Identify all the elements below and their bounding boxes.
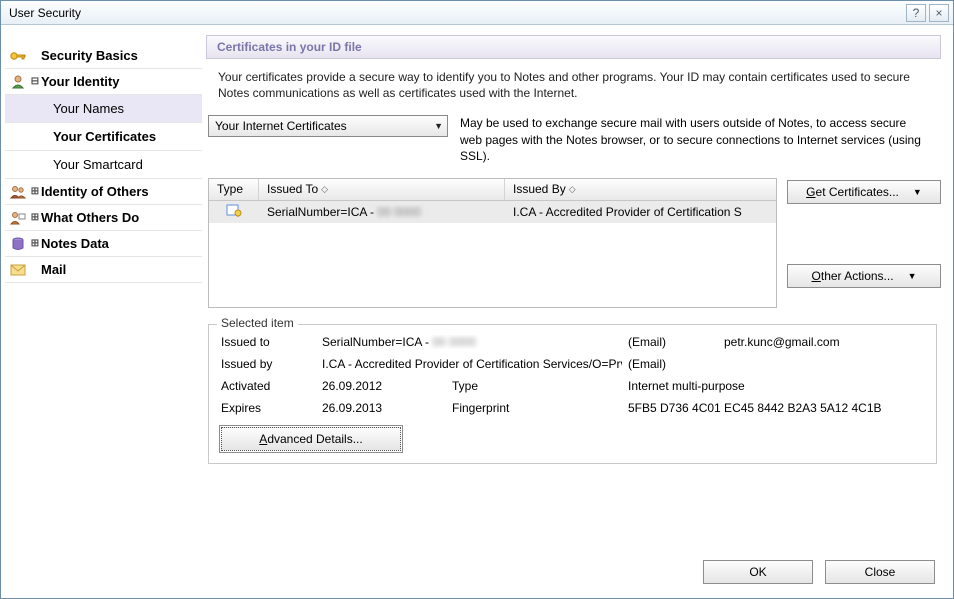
certificates-table: Type Issued To◇ Issued By◇ SerialNumber=… — [208, 178, 777, 308]
panel-title: Certificates in your ID file — [206, 35, 941, 59]
sidebar-item-your-smartcard[interactable]: Your Smartcard — [5, 150, 202, 178]
sidebar-item-identity-others[interactable]: ⊞ Identity of Others — [5, 178, 202, 204]
lbl-type: Type — [452, 379, 542, 393]
val-email: petr.kunc@gmail.com — [724, 335, 924, 349]
cell-issued-to: SerialNumber=ICA - 00 0000 — [259, 205, 505, 219]
sidebar-item-label: Notes Data — [41, 236, 109, 251]
sidebar-item-label: Your Identity — [41, 74, 119, 89]
selected-item-group: Selected item Issued to SerialNumber=ICA… — [208, 324, 937, 464]
sidebar-item-label: Security Basics — [41, 48, 138, 63]
dropdown-arrow-icon: ▼ — [913, 187, 922, 197]
table-row[interactable]: SerialNumber=ICA - 00 0000 I.CA - Accred… — [209, 201, 776, 223]
people-icon — [7, 185, 29, 199]
dropdown-selected: Your Internet Certificates — [215, 119, 434, 133]
sidebar-item-label: What Others Do — [41, 210, 139, 225]
cell-issued-by: I.CA - Accredited Provider of Certificat… — [505, 205, 776, 219]
people-action-icon — [7, 211, 29, 225]
lbl-activated: Activated — [221, 379, 316, 393]
sidebar-item-label: Mail — [41, 262, 66, 277]
sidebar: Security Basics ⊟ Your Identity Your Nam… — [1, 25, 206, 598]
val-issued-by: I.CA - Accredited Provider of Certificat… — [322, 357, 622, 371]
content-panel: Certificates in your ID file Your certif… — [206, 25, 953, 598]
val-issued-to: SerialNumber=ICA - 00 0000 — [322, 335, 622, 349]
get-certificates-button[interactable]: Get Certificates... ▼ — [787, 180, 941, 204]
cert-filter-dropdown[interactable]: Your Internet Certificates ▼ — [208, 115, 448, 137]
sidebar-item-mail[interactable]: Mail — [5, 256, 202, 283]
mail-icon — [7, 264, 29, 276]
sort-icon: ◇ — [569, 184, 576, 195]
lbl-email: (Email) — [628, 335, 718, 349]
sidebar-item-notes-data[interactable]: ⊞ Notes Data — [5, 230, 202, 256]
window-title: User Security — [5, 6, 903, 20]
col-issued-to[interactable]: Issued To◇ — [259, 179, 505, 200]
other-actions-button[interactable]: Other Actions... ▼ — [787, 264, 941, 288]
val-type: Internet multi-purpose — [628, 379, 924, 393]
val-fingerprint: 5FB5 D736 4C01 EC45 8442 B2A3 5A12 4C1B — [628, 401, 924, 415]
lbl-issued-by: Issued by — [221, 357, 316, 371]
lbl-expires: Expires — [221, 401, 316, 415]
ok-button[interactable]: OK — [703, 560, 813, 584]
dropdown-arrow-icon: ▼ — [908, 271, 917, 281]
lbl-issued-to: Issued to — [221, 335, 316, 349]
val-expires: 26.09.2013 — [322, 401, 452, 415]
expand-icon[interactable]: ⊞ — [29, 186, 41, 197]
col-type[interactable]: Type — [209, 179, 259, 200]
cert-type-icon — [209, 203, 259, 220]
close-button[interactable]: Close — [825, 560, 935, 584]
sidebar-item-what-others-do[interactable]: ⊞ What Others Do — [5, 204, 202, 230]
collapse-icon[interactable]: ⊟ — [29, 76, 41, 87]
sidebar-item-your-names[interactable]: Your Names — [5, 94, 202, 122]
advanced-details-button[interactable]: Advanced Details... — [221, 427, 401, 451]
expand-icon[interactable]: ⊞ — [29, 238, 41, 249]
sort-icon: ◇ — [321, 184, 328, 195]
lbl-email: (Email) — [628, 357, 718, 371]
sidebar-item-your-certificates[interactable]: Your Certificates — [5, 122, 202, 150]
key-icon — [7, 50, 29, 62]
sidebar-item-security-basics[interactable]: Security Basics — [5, 43, 202, 68]
database-icon — [7, 237, 29, 251]
titlebar: User Security ? × — [1, 1, 953, 25]
group-legend: Selected item — [217, 316, 298, 330]
sidebar-item-label: Identity of Others — [41, 184, 149, 199]
col-issued-to-label: Issued To — [267, 182, 318, 196]
col-issued-by[interactable]: Issued By◇ — [505, 179, 776, 200]
expand-icon[interactable]: ⊞ — [29, 212, 41, 223]
dropdown-arrow-icon: ▼ — [434, 121, 443, 131]
help-button[interactable]: ? — [906, 4, 926, 22]
dropdown-description: May be used to exchange secure mail with… — [460, 115, 929, 164]
person-icon — [7, 75, 29, 89]
val-activated: 26.09.2012 — [322, 379, 452, 393]
col-issued-by-label: Issued By — [513, 182, 566, 196]
panel-description: Your certificates provide a secure way t… — [206, 59, 941, 115]
close-window-button[interactable]: × — [929, 4, 949, 22]
sidebar-item-your-identity[interactable]: ⊟ Your Identity — [5, 68, 202, 94]
lbl-fingerprint: Fingerprint — [452, 401, 542, 415]
